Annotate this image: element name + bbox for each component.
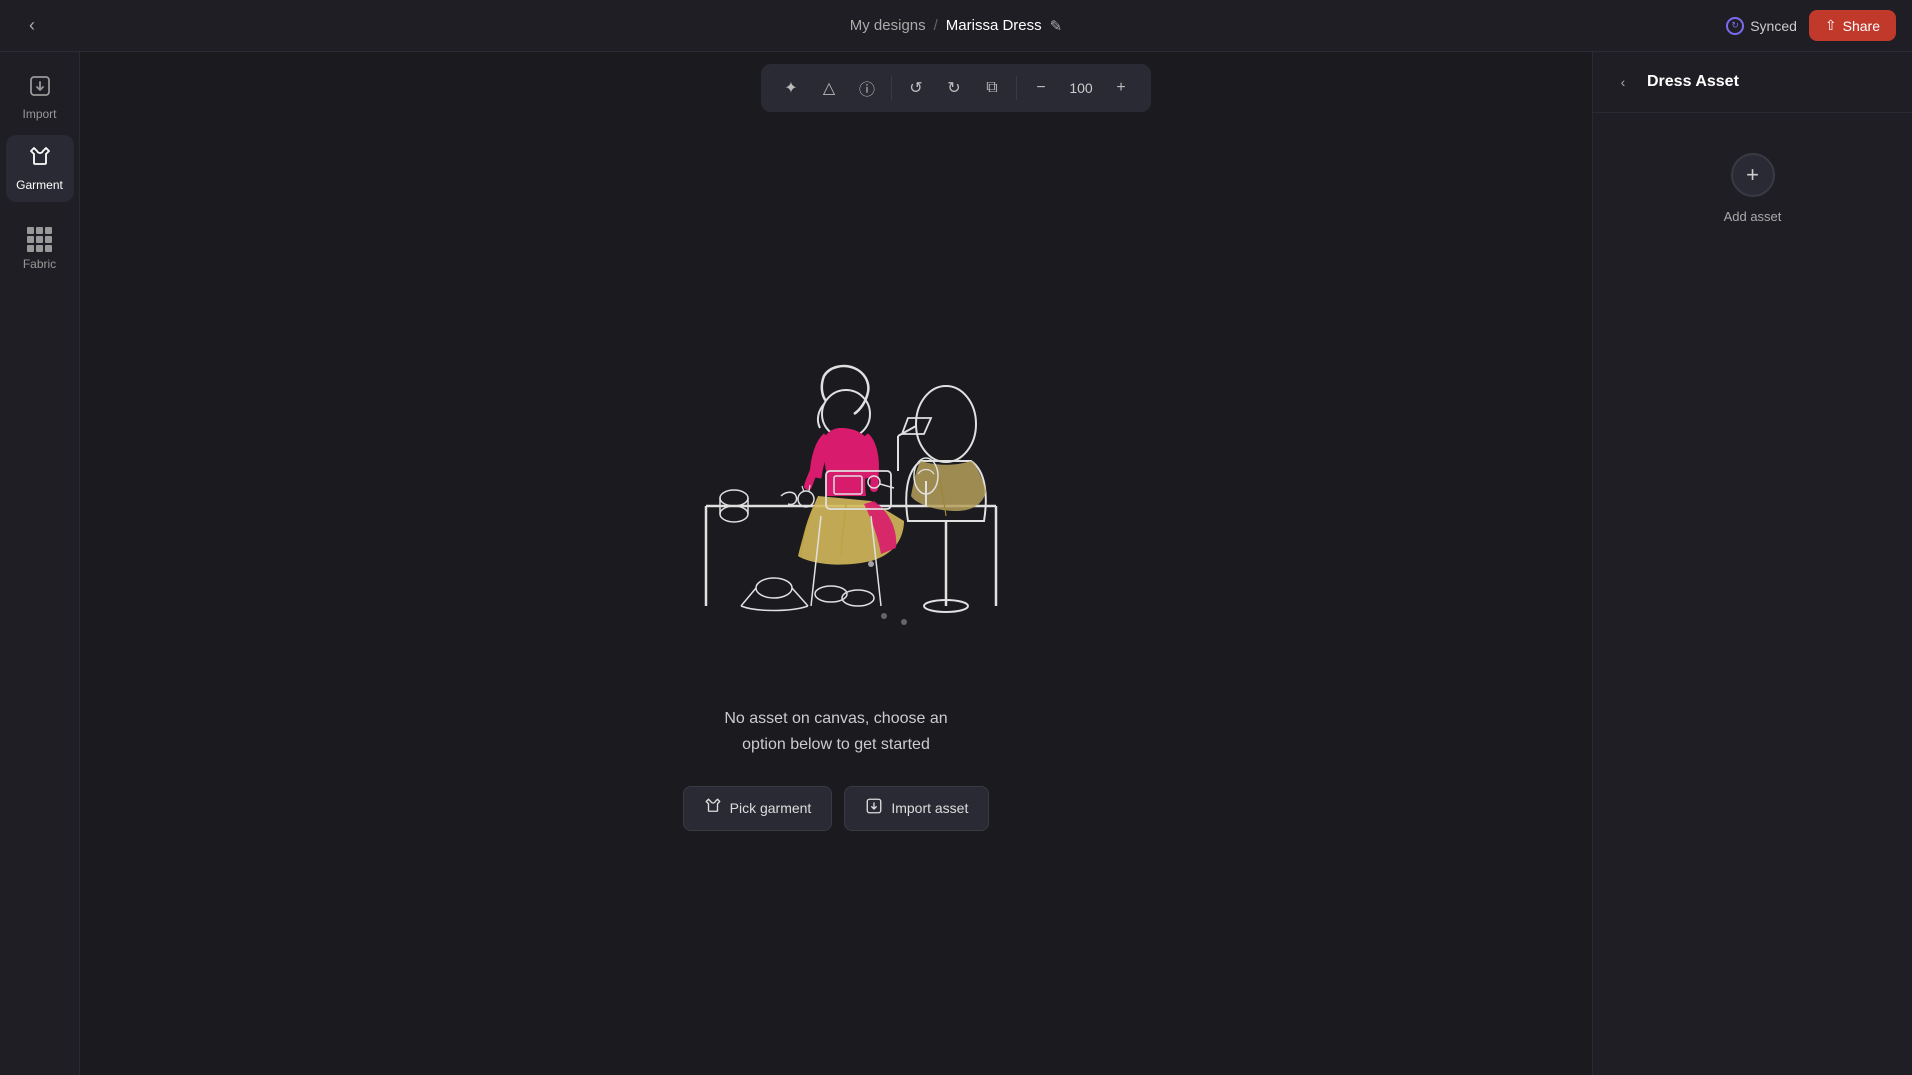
share-icon: ⇧ <box>1825 17 1837 34</box>
right-panel: ‹ Dress Asset + Add asset <box>1592 52 1912 1075</box>
canvas-illustration <box>626 296 1046 676</box>
redo-button[interactable]: ↻ <box>936 70 972 106</box>
empty-state: No asset on canvas, choose an option bel… <box>724 706 947 757</box>
empty-state-line1: No asset on canvas, choose an <box>724 710 947 727</box>
zoom-in-button[interactable]: + <box>1103 70 1139 106</box>
panel-title: Dress Asset <box>1647 73 1739 91</box>
right-panel-header: ‹ Dress Asset <box>1593 52 1912 113</box>
empty-state-title: No asset on canvas, choose an option bel… <box>724 706 947 757</box>
toolbar: ✦ △ ⓘ ↺ ↻ ⧉ − 100 + <box>761 64 1151 112</box>
select-tool-icon: ✦ <box>784 78 797 98</box>
breadcrumb-separator: / <box>934 17 938 34</box>
sidebar: Import Garment Fabric <box>0 52 80 1075</box>
breadcrumb-current-page: Marissa Dress <box>946 17 1042 34</box>
import-icon <box>28 74 52 102</box>
panel-content: + Add asset <box>1593 113 1912 1075</box>
import-asset-icon <box>865 797 883 820</box>
back-button[interactable]: ‹ <box>16 10 48 42</box>
fabric-icon <box>27 216 52 252</box>
select-tool-button[interactable]: ✦ <box>773 70 809 106</box>
panel-collapse-icon: ‹ <box>1621 74 1626 90</box>
breadcrumb-my-designs[interactable]: My designs <box>850 17 926 34</box>
pick-garment-button[interactable]: Pick garment <box>683 786 833 831</box>
zoom-controls: − 100 + <box>1023 70 1139 106</box>
share-label: Share <box>1843 18 1880 34</box>
pick-garment-icon <box>704 797 722 820</box>
garment-icon <box>28 145 52 173</box>
header: ‹ My designs / Marissa Dress ✎ ↻ Synced … <box>0 0 1912 52</box>
sidebar-item-import-label: Import <box>22 107 56 121</box>
zoom-in-icon: + <box>1116 79 1125 97</box>
zoom-out-button[interactable]: − <box>1023 70 1059 106</box>
toolbar-divider-2 <box>1016 76 1017 100</box>
synced-badge: ↻ Synced <box>1726 17 1797 35</box>
import-asset-label: Import asset <box>891 800 968 816</box>
undo-icon: ↺ <box>909 78 922 98</box>
shape-tool-button[interactable]: △ <box>811 70 847 106</box>
redo-icon: ↻ <box>947 78 960 98</box>
add-asset-plus-icon: + <box>1746 162 1759 188</box>
shape-tool-icon: △ <box>823 78 835 98</box>
synced-label: Synced <box>1750 18 1797 34</box>
header-right: ↻ Synced ⇧ Share <box>1726 10 1896 41</box>
canvas-area: No asset on canvas, choose an option bel… <box>80 52 1592 1075</box>
zoom-out-icon: − <box>1036 79 1045 97</box>
toolbar-divider-1 <box>891 76 892 100</box>
sidebar-item-fabric[interactable]: Fabric <box>6 206 74 281</box>
info-tool-button[interactable]: ⓘ <box>849 70 885 106</box>
share-button[interactable]: ⇧ Share <box>1809 10 1896 41</box>
pick-garment-label: Pick garment <box>730 800 812 816</box>
synced-icon: ↻ <box>1726 17 1744 35</box>
empty-state-line2: option below to get started <box>742 736 930 753</box>
info-tool-icon: ⓘ <box>859 76 875 100</box>
sidebar-item-import[interactable]: Import <box>6 64 74 131</box>
sidebar-item-garment[interactable]: Garment <box>6 135 74 202</box>
edit-title-icon[interactable]: ✎ <box>1050 17 1063 35</box>
illustration <box>626 296 1046 676</box>
sidebar-item-fabric-label: Fabric <box>23 257 56 271</box>
undo-button[interactable]: ↺ <box>898 70 934 106</box>
back-icon: ‹ <box>29 15 35 36</box>
add-asset-label: Add asset <box>1724 209 1782 224</box>
export-icon: ⧉ <box>986 79 997 97</box>
zoom-value: 100 <box>1061 80 1101 96</box>
action-buttons: Pick garment Import asset <box>683 786 990 831</box>
add-asset-button[interactable]: + <box>1731 153 1775 197</box>
import-asset-button[interactable]: Import asset <box>844 786 989 831</box>
sidebar-item-garment-label: Garment <box>16 178 63 192</box>
header-left: ‹ <box>16 10 48 42</box>
panel-collapse-button[interactable]: ‹ <box>1609 68 1637 96</box>
export-button[interactable]: ⧉ <box>974 70 1010 106</box>
breadcrumb: My designs / Marissa Dress ✎ <box>850 17 1062 35</box>
